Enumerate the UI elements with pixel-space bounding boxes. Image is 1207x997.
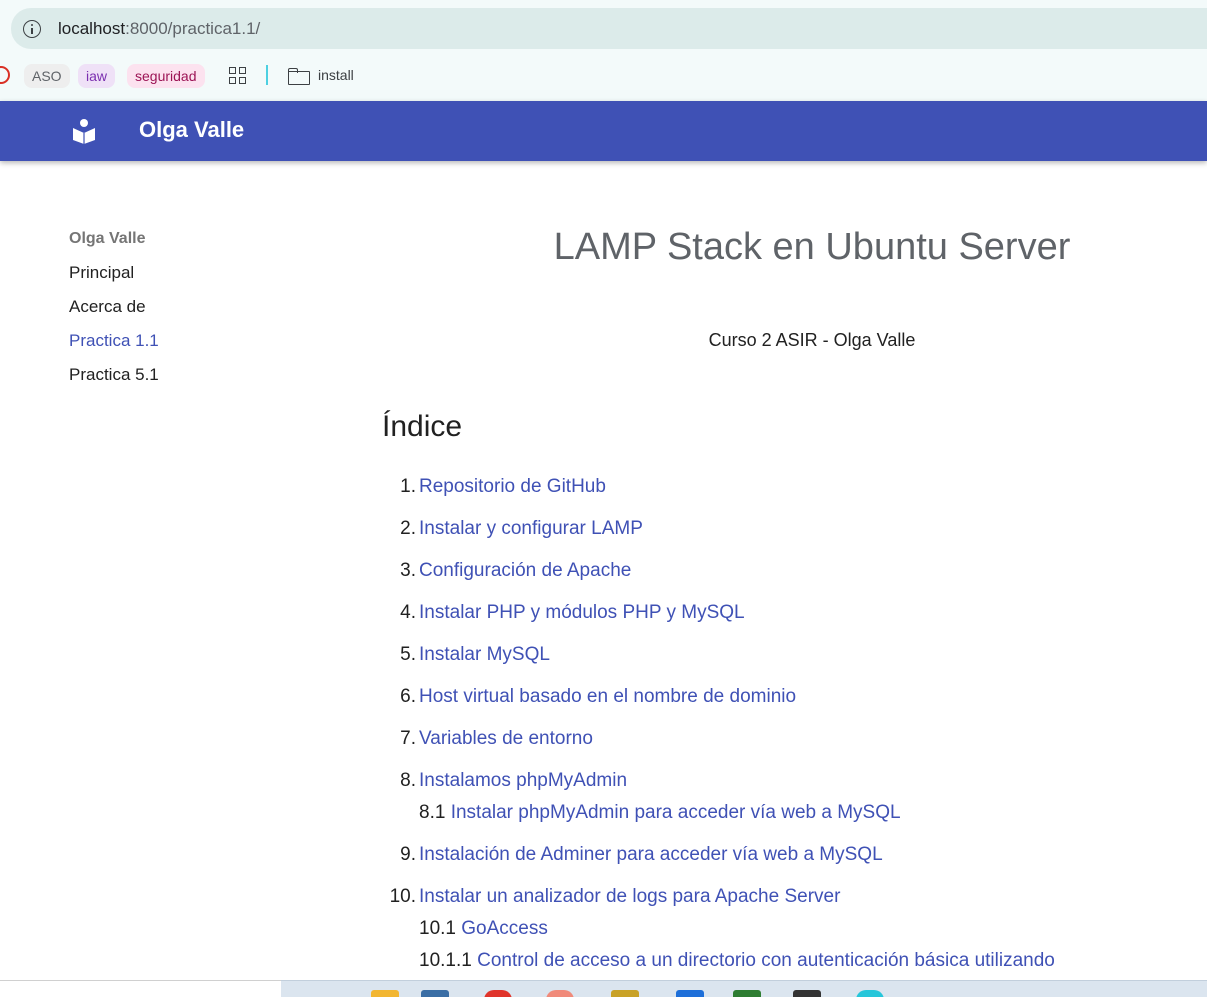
app-teal-icon[interactable] — [856, 990, 884, 997]
url-host: localhost — [58, 19, 126, 38]
toc-sub-number: 10.1 — [419, 918, 456, 939]
page-bottom-edge — [0, 980, 281, 997]
toc-item: 6. Host virtual basado en el nombre de do… — [382, 686, 796, 708]
toc-link-github[interactable]: Repositorio de GitHub — [419, 476, 606, 497]
app-dark-icon[interactable] — [793, 990, 821, 997]
browser-toolbar: localhost:8000/practica1.1/ — [0, 0, 1207, 58]
toc-link-log-analyzer[interactable]: Instalar un analizador de logs para Apac… — [419, 886, 840, 907]
sidebar-item-principal[interactable]: Principal — [69, 262, 159, 296]
toc-sub-number: 10.1.1 — [419, 950, 472, 971]
bookmark-divider — [266, 65, 268, 85]
toc-number: 10. — [389, 886, 416, 907]
apps-grid-icon[interactable] — [229, 67, 247, 85]
bookmark-iaw[interactable]: iaw — [78, 64, 116, 88]
bookmark-folder-install[interactable]: install — [318, 67, 354, 83]
bookmark-aso[interactable]: ASO — [24, 64, 70, 88]
toc-subitem: 10.1 GoAccess — [419, 918, 548, 940]
toc-link-php[interactable]: Instalar PHP y módulos PHP y MySQL — [419, 602, 745, 623]
sidebar-heading: Olga Valle — [69, 230, 146, 247]
toc-link-mysql[interactable]: Instalar MySQL — [419, 644, 550, 665]
toc-item: 2. Instalar y configurar LAMP — [382, 518, 643, 540]
page-subtitle: Curso 2 ASIR - Olga Valle — [708, 330, 916, 350]
toc-number: 9. — [400, 844, 416, 865]
url-text[interactable]: localhost:8000/practica1.1/ — [58, 19, 260, 39]
toc-item: 1. Repositorio de GitHub — [382, 476, 606, 498]
sidebar-item-acerca-de[interactable]: Acerca de — [69, 296, 159, 330]
toc-number: 6. — [400, 686, 416, 707]
app-pink-icon[interactable] — [546, 990, 574, 997]
index-heading: Índice — [382, 410, 463, 443]
sidebar-item-practica-1-1[interactable]: Practica 1.1 — [69, 330, 159, 364]
terminal-app-icon[interactable] — [421, 990, 449, 997]
folder-icon[interactable] — [288, 68, 310, 85]
toc-number: 5. — [400, 644, 416, 665]
toc-link-lamp[interactable]: Instalar y configurar LAMP — [419, 518, 643, 539]
page-title: LAMP Stack en Ubuntu Server — [553, 226, 1071, 268]
book-reader-icon[interactable] — [71, 118, 97, 144]
url-path: :8000/practica1.1/ — [125, 19, 261, 38]
bookmark-partial-icon[interactable] — [0, 66, 10, 84]
toc-link-access-control[interactable]: Control de acceso a un directorio con au… — [477, 950, 1055, 971]
toc-item: 7. Variables de entorno — [382, 728, 593, 750]
toc-number: 2. — [400, 518, 416, 539]
address-bar[interactable]: localhost:8000/practica1.1/ — [11, 8, 1207, 49]
app-yellow-icon[interactable] — [611, 990, 639, 997]
toc-link-phpmyadmin-web[interactable]: Instalar phpMyAdmin para acceder vía web… — [451, 802, 901, 823]
toc-link-env-vars[interactable]: Variables de entorno — [419, 728, 593, 749]
toc-item: 9. Instalación de Adminer para acceder ví… — [382, 844, 883, 866]
site-header: Olga Valle — [0, 101, 1207, 161]
site-title[interactable]: Olga Valle — [139, 117, 244, 143]
toc-subitem: 8.1 Instalar phpMyAdmin para acceder vía… — [419, 802, 901, 824]
os-taskbar — [281, 980, 1207, 997]
app-red-icon[interactable] — [484, 990, 512, 997]
sidebar-item-practica-5-1[interactable]: Practica 5.1 — [69, 364, 159, 398]
toc-item: 3. Configuración de Apache — [382, 560, 631, 582]
toc-number: 8. — [400, 770, 416, 791]
toc-subitem: 10.1.1 Control de acceso a un directorio… — [419, 950, 1055, 972]
toc-number: 4. — [400, 602, 416, 623]
toc-number: 3. — [400, 560, 416, 581]
toc-link-virtual-host[interactable]: Host virtual basado en el nombre de domi… — [419, 686, 796, 707]
toc-link-adminer[interactable]: Instalación de Adminer para acceder vía … — [419, 844, 883, 865]
bookmarks-bar: ASO iaw seguridad install — [0, 58, 1207, 101]
toc-item: 4. Instalar PHP y módulos PHP y MySQL — [382, 602, 745, 624]
toc-number: 1. — [400, 476, 416, 497]
info-icon[interactable] — [23, 20, 41, 38]
file-explorer-icon[interactable] — [371, 990, 399, 997]
bookmark-seguridad[interactable]: seguridad — [127, 64, 205, 88]
toc-number: 7. — [400, 728, 416, 749]
vscode-icon[interactable] — [676, 990, 704, 997]
toc-link-apache[interactable]: Configuración de Apache — [419, 560, 631, 581]
toc-item: 10. Instalar un analizador de logs para A… — [382, 886, 841, 908]
app-green-icon[interactable] — [733, 990, 761, 997]
toc-sub-number: 8.1 — [419, 802, 446, 823]
sidebar-nav: Olga Valle Principal Acerca de Practica … — [69, 228, 159, 398]
toc-link-phpmyadmin[interactable]: Instalamos phpMyAdmin — [419, 770, 627, 791]
toc-link-goaccess[interactable]: GoAccess — [461, 918, 548, 939]
toc-item: 8. Instalamos phpMyAdmin — [382, 770, 627, 792]
toc-item: 5. Instalar MySQL — [382, 644, 550, 666]
